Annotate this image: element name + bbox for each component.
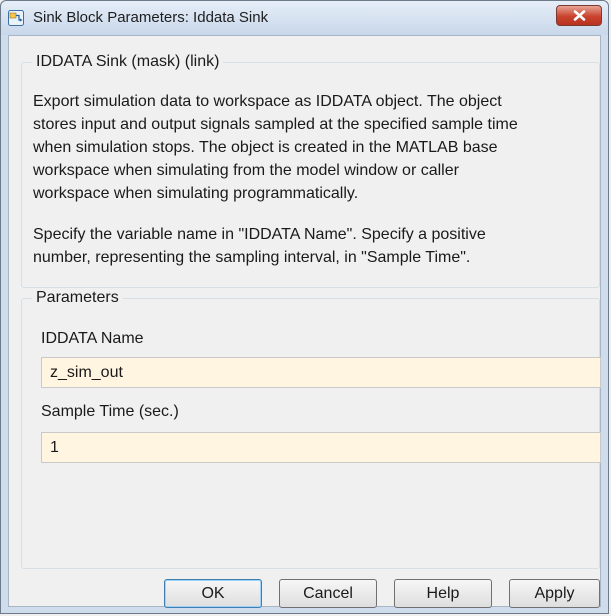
close-button[interactable] — [556, 5, 602, 26]
mask-instructions: Specify the variable name in "IDDATA Nam… — [33, 223, 593, 269]
instruction-line: Specify the variable name in "IDDATA Nam… — [33, 226, 486, 243]
sample-time-label: Sample Time (sec.) — [41, 403, 179, 420]
description-line: stores input and output signals sampled … — [33, 116, 518, 133]
dialog-client-area: IDDATA Sink (mask) (link) Export simulat… — [8, 35, 601, 607]
description-line: workspace when simulating from the model… — [33, 162, 459, 179]
description-line: Export simulation data to workspace as I… — [33, 93, 502, 110]
description-line: workspace when simulating programmatical… — [33, 185, 359, 202]
iddata-name-label: IDDATA Name — [41, 330, 144, 347]
apply-button[interactable]: Apply — [509, 579, 600, 608]
mask-description: Export simulation data to workspace as I… — [33, 90, 593, 205]
sample-time-input[interactable] — [41, 432, 601, 463]
mask-group-title: IDDATA Sink (mask) (link) — [36, 53, 220, 70]
parameters-group-title: Parameters — [36, 289, 119, 306]
window-title: Sink Block Parameters: Iddata Sink — [33, 9, 269, 26]
instruction-line: number, representing the sampling interv… — [33, 249, 471, 266]
simulink-block-icon — [8, 10, 24, 26]
dialog-window: Sink Block Parameters: Iddata Sink IDDAT… — [0, 0, 609, 614]
description-line: when simulation stops. The object is cre… — [33, 139, 498, 156]
close-icon — [573, 10, 586, 21]
iddata-name-input[interactable] — [41, 357, 601, 388]
title-bar[interactable]: Sink Block Parameters: Iddata Sink — [1, 1, 608, 35]
cancel-button[interactable]: Cancel — [279, 579, 377, 608]
help-button[interactable]: Help — [394, 579, 492, 608]
ok-button[interactable]: OK — [164, 579, 262, 608]
